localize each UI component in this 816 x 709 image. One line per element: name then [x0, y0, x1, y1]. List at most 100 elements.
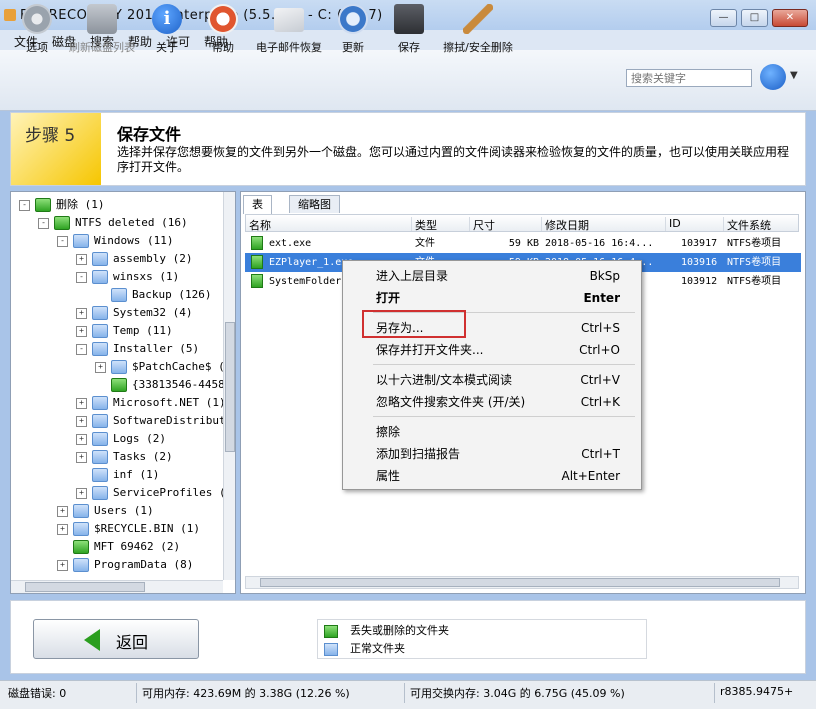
tree-node-label: {33813546-4458-	[132, 378, 232, 391]
refresh-disks-button[interactable]: 刷新磁盘列表	[68, 4, 136, 55]
tree-node[interactable]: + System32 (4)	[76, 304, 192, 322]
context-menu-item[interactable]: 添加到扫描报告 Ctrl+T	[344, 443, 640, 465]
tree-vertical-scrollbar[interactable]	[223, 192, 235, 580]
tree-node[interactable]: + Users (1)	[57, 502, 154, 520]
tree-node[interactable]: - Windows (11)	[57, 232, 173, 250]
menu-item-label: 进入上层目录	[376, 269, 449, 283]
save-button[interactable]: 保存	[392, 4, 426, 55]
expand-icon[interactable]: +	[76, 451, 87, 463]
column-modified[interactable]: 修改日期	[542, 217, 666, 232]
tree-node[interactable]: + Temp (11)	[76, 322, 173, 340]
tree-node[interactable]: Backup (126)	[95, 286, 211, 304]
folder-icon	[324, 624, 338, 638]
expand-icon[interactable]: +	[57, 523, 68, 535]
column-size[interactable]: 尺寸	[470, 217, 542, 232]
tree-node[interactable]: {33813546-4458-	[95, 376, 231, 394]
email-recovery-button[interactable]: 电子邮件恢复	[254, 4, 324, 55]
step-number: 步骤 5	[25, 126, 76, 146]
collapse-icon[interactable]: -	[76, 343, 87, 355]
scrollbar-thumb[interactable]	[225, 322, 235, 452]
chevron-down-icon[interactable]: ▼	[790, 70, 798, 81]
folder-icon	[111, 360, 127, 374]
tree-node-label: NTFS deleted (16)	[75, 216, 188, 229]
tree-node[interactable]: - 删除 (1)	[19, 196, 105, 214]
expand-icon[interactable]: +	[76, 397, 87, 409]
close-button[interactable]: ✕	[772, 9, 808, 27]
wipe-button[interactable]: 擦拭/安全删除	[440, 4, 516, 55]
menu-item-shortcut: BkSp	[589, 269, 620, 283]
table-row[interactable]: ext.exe 文件 59 KB 2018-05-16 16:4... 103917 NT…	[245, 234, 801, 253]
context-menu-item[interactable]: 进入上层目录 BkSp	[344, 265, 640, 287]
column-name[interactable]: 名称	[246, 217, 412, 232]
menu-item-shortcut: Ctrl+O	[579, 343, 620, 357]
minimize-button[interactable]: —	[710, 9, 737, 27]
tree-node[interactable]: + SoftwareDistributi	[76, 412, 232, 430]
context-menu-item[interactable]: 忽略文件搜索文件夹 (开/关) Ctrl+K	[344, 391, 640, 413]
expand-icon[interactable]: +	[95, 361, 106, 373]
tree-node[interactable]: + ProgramData (8)	[57, 556, 193, 574]
column-id[interactable]: ID	[666, 217, 724, 231]
folder-tree[interactable]: - 删除 (1) - NTFS deleted (16) - Windows (11) + a…	[10, 191, 236, 594]
back-label: 返回	[116, 633, 149, 652]
context-menu-item[interactable]: 保存并打开文件夹... Ctrl+O	[344, 339, 640, 361]
tree-node[interactable]: - NTFS deleted (16)	[38, 214, 188, 232]
file-icon	[251, 236, 263, 250]
about-button[interactable]: i 关于	[150, 4, 184, 55]
tree-node[interactable]: + Logs (2)	[76, 430, 166, 448]
scrollbar-thumb[interactable]	[25, 582, 145, 592]
expand-icon[interactable]: +	[76, 433, 87, 445]
tree-node[interactable]: + ServiceProfiles (1	[76, 484, 232, 502]
expand-icon[interactable]: +	[57, 505, 68, 517]
scrollbar-thumb[interactable]	[260, 578, 780, 587]
tab-thumbnails[interactable]: 缩略图	[289, 195, 340, 213]
tree-node-label: Temp (11)	[113, 324, 173, 337]
tree-node[interactable]: + Tasks (2)	[76, 448, 173, 466]
status-memory: 可用内存: 423.69M 的 3.38G (12.26 %)	[142, 687, 350, 700]
context-menu-item[interactable]: 以十六进制/文本模式阅读 Ctrl+V	[344, 369, 640, 391]
status-disk-errors: 磁盘错误: 0	[8, 687, 67, 700]
collapse-icon[interactable]: -	[76, 271, 87, 283]
collapse-icon[interactable]: -	[19, 199, 30, 211]
expand-icon[interactable]: +	[76, 253, 87, 265]
tree-node[interactable]: MFT 69462 (2)	[57, 538, 180, 556]
back-button[interactable]: 返回	[33, 619, 199, 659]
column-filesystem[interactable]: 文件系统	[724, 217, 800, 232]
help-button[interactable]: 帮助	[206, 4, 240, 55]
search-input[interactable]	[626, 69, 752, 87]
menu-item-shortcut: Ctrl+V	[580, 373, 620, 387]
tree-node[interactable]: + Microsoft.NET (1)	[76, 394, 226, 412]
tree-node[interactable]: + $RECYCLE.BIN (1)	[57, 520, 200, 538]
collapse-icon[interactable]: -	[38, 217, 49, 229]
menu-item-label: 擦除	[376, 425, 401, 439]
expand-icon[interactable]: +	[76, 325, 87, 337]
folder-icon	[92, 342, 108, 356]
file-name: ext.exe	[269, 238, 312, 249]
tree-node[interactable]: - winsxs (1)	[76, 268, 179, 286]
expand-icon[interactable]: +	[76, 415, 87, 427]
menu-item-label: 属性	[376, 469, 401, 483]
tree-horizontal-scrollbar[interactable]	[11, 580, 223, 593]
tree-node[interactable]: + $PatchCache$ (1	[95, 358, 231, 376]
context-menu-item[interactable]: 属性 Alt+Enter	[344, 465, 640, 487]
column-type[interactable]: 类型	[412, 217, 470, 232]
context-menu-item[interactable]: 擦除	[344, 421, 640, 443]
app-icon	[4, 9, 16, 21]
options-button[interactable]: 选项	[20, 4, 54, 55]
collapse-icon[interactable]: -	[57, 235, 68, 247]
search-icon[interactable]	[760, 64, 786, 90]
expand-icon[interactable]: +	[76, 307, 87, 319]
list-horizontal-scrollbar[interactable]	[245, 576, 799, 589]
tree-node[interactable]: inf (1)	[76, 466, 159, 484]
maximize-button[interactable]: □	[741, 9, 768, 27]
tree-node[interactable]: - Installer (5)	[76, 340, 199, 358]
expand-icon[interactable]: +	[76, 487, 87, 499]
expand-icon[interactable]: +	[57, 559, 68, 571]
tab-table[interactable]: 表	[243, 195, 272, 214]
tree-node-label: SoftwareDistributi	[113, 414, 233, 427]
folder-icon	[92, 486, 108, 500]
menu-item-shortcut: Alt+Enter	[561, 469, 620, 483]
tree-node-label: ProgramData (8)	[94, 558, 194, 571]
tree-node[interactable]: + assembly (2)	[76, 250, 192, 268]
context-menu-item[interactable]: 打开 Enter	[344, 287, 640, 309]
update-button[interactable]: 更新	[336, 4, 370, 55]
